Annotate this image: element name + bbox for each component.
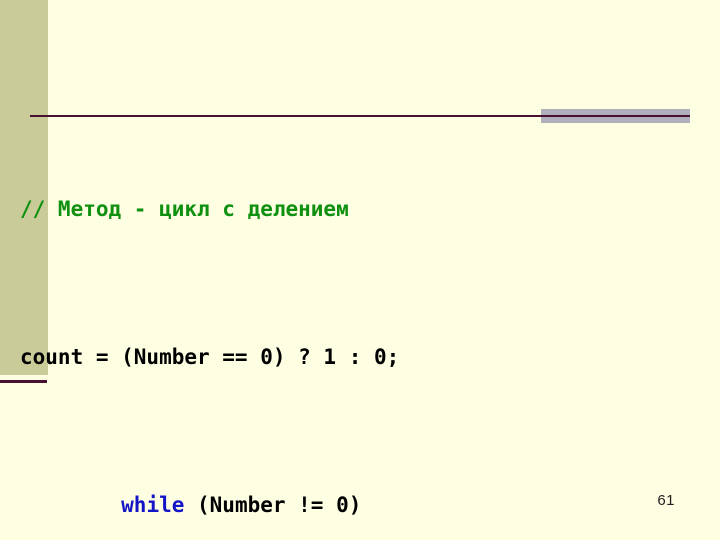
slide-canvas: // Метод - цикл с делением count = (Numb… [0,0,720,540]
code-comment-method: // Метод - цикл с делением [20,197,349,221]
code-while-condition: (Number != 0) [184,493,362,517]
code-line-3: while (Number != 0) [20,487,710,524]
code-statement-count-init: count = (Number == 0) ? 1 : 0; [20,345,400,369]
page-number: 61 [657,492,675,509]
code-line-2: count = (Number == 0) ? 1 : 0; [20,339,710,376]
code-block: // Метод - цикл с делением count = (Numb… [20,80,710,540]
code-keyword-while: while [121,493,185,517]
code-line-1: // Метод - цикл с делением [20,191,710,228]
